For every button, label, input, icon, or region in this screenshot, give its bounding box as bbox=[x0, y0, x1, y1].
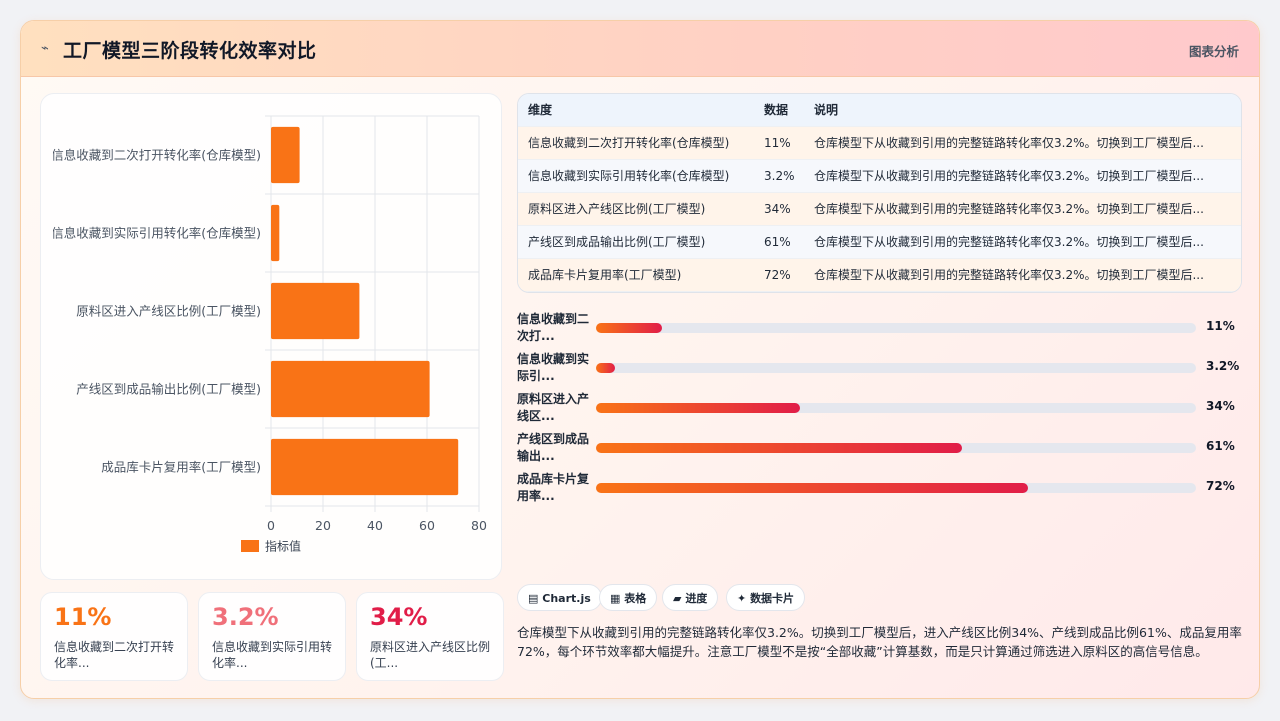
progress-track bbox=[596, 403, 1196, 413]
tag-label: 数据卡片 bbox=[750, 592, 795, 605]
progress-label: 成品库卡片复用率... bbox=[517, 472, 590, 503]
bar bbox=[271, 126, 300, 184]
x-tick-label: 40 bbox=[367, 518, 383, 533]
progress-label: 产线区到成品输出... bbox=[517, 432, 590, 463]
table-cell-data: 72% bbox=[764, 268, 791, 282]
progress-icon: ▰ bbox=[673, 592, 682, 605]
table-cell-data: 34% bbox=[764, 202, 791, 216]
tag-label: Chart.js bbox=[542, 592, 591, 605]
table-cell-description: 仓库模型下从收藏到引用的完整链路转化率仅3.2%。切换到工厂模型后... bbox=[814, 136, 1204, 150]
table-row: 信息收藏到二次打开转化率(仓库模型) 11% 仓库模型下从收藏到引用的完整链路转… bbox=[518, 127, 1241, 160]
tag-chartjs[interactable]: ▤ Chart.js bbox=[517, 584, 602, 611]
progress-fill bbox=[596, 363, 616, 373]
kpi-value: 11% bbox=[54, 603, 112, 631]
table-cell-data: 61% bbox=[764, 235, 791, 249]
y-tick-label: 产线区到成品输出比例(工厂模型) bbox=[76, 382, 261, 397]
kpi-card-1: 11% 信息收藏到二次打开转化率... bbox=[40, 592, 188, 681]
kpi-label: 信息收藏到二次打开转化率... bbox=[54, 640, 175, 670]
table-cell-dimension: 信息收藏到实际引用转化率(仓库模型) bbox=[528, 169, 730, 183]
progress-item: 信息收藏到二次打... 11% bbox=[517, 311, 1242, 349]
table-cell-dimension: 成品库卡片复用率(工厂模型) bbox=[528, 268, 682, 282]
x-tick-label: 80 bbox=[471, 518, 487, 533]
table-cell-description: 仓库模型下从收藏到引用的完整链路转化率仅3.2%。切换到工厂模型后... bbox=[814, 202, 1204, 216]
progress-track bbox=[596, 323, 1196, 333]
progress-item: 产线区到成品输出... 61% bbox=[517, 431, 1242, 469]
kpi-value: 34% bbox=[370, 603, 428, 631]
table-header-description: 说明 bbox=[814, 103, 839, 117]
chart-analysis-button[interactable]: 图表分析 bbox=[1189, 41, 1239, 60]
bar-chart-panel: 0 20 40 60 80 信息收藏到二次打开转化率(仓库模型) 信息收藏到实际引用转化率(… bbox=[40, 93, 502, 580]
summary-note: 仓库模型下从收藏到引用的完整链路转化率仅3.2%。切换到工厂模型后，进入产线区比… bbox=[517, 625, 1242, 659]
header: ⌁ 工厂模型三阶段转化效率对比 图表分析 bbox=[21, 21, 1259, 77]
table-row: 原料区进入产线区比例(工厂模型) 34% 仓库模型下从收藏到引用的完整链路转化率… bbox=[518, 193, 1241, 226]
table-cell-dimension: 原料区进入产线区比例(工厂模型) bbox=[528, 202, 706, 216]
table-cell-description: 仓库模型下从收藏到引用的完整链路转化率仅3.2%。切换到工厂模型后... bbox=[814, 169, 1204, 183]
bar bbox=[271, 360, 430, 418]
progress-label: 信息收藏到实际引... bbox=[517, 352, 590, 383]
table-header-row: 维度 数据 说明 bbox=[518, 94, 1241, 127]
tag-label: 表格 bbox=[624, 592, 647, 605]
kpi-card-3: 34% 原料区进入产线区比例(工... bbox=[356, 592, 504, 681]
y-tick-label: 信息收藏到二次打开转化率(仓库模型) bbox=[51, 148, 261, 163]
card-icon: ✦ bbox=[737, 592, 747, 605]
kpi-label: 信息收藏到实际引用转化率... bbox=[212, 640, 333, 670]
dashboard-card: ⌁ 工厂模型三阶段转化效率对比 图表分析 0 20 40 60 80 信息收藏到二次打开转… bbox=[20, 20, 1260, 699]
chart-spark-icon: ⌁ bbox=[41, 41, 49, 56]
progress-label: 信息收藏到二次打... bbox=[517, 312, 590, 343]
kpi-label: 原料区进入产线区比例(工... bbox=[370, 640, 491, 670]
table-cell-dimension: 产线区到成品输出比例(工厂模型) bbox=[528, 235, 706, 249]
x-tick-label: 0 bbox=[267, 518, 275, 533]
progress-item: 成品库卡片复用率... 72% bbox=[517, 471, 1242, 509]
y-tick-label: 信息收藏到实际引用转化率(仓库模型) bbox=[51, 226, 261, 241]
bar bbox=[271, 204, 280, 262]
progress-item: 信息收藏到实际引... 3.2% bbox=[517, 351, 1242, 389]
progress-value: 11% bbox=[1206, 319, 1235, 333]
progress-track bbox=[596, 483, 1196, 493]
progress-value: 72% bbox=[1206, 479, 1235, 493]
y-tick-label: 原料区进入产线区比例(工厂模型) bbox=[76, 304, 261, 319]
progress-fill bbox=[596, 403, 800, 413]
bar bbox=[271, 438, 459, 496]
table-icon: ▦ bbox=[610, 592, 621, 605]
kpi-card-2: 3.2% 信息收藏到实际引用转化率... bbox=[198, 592, 346, 681]
progress-label: 原料区进入产线区... bbox=[517, 392, 590, 423]
progress-fill bbox=[596, 483, 1028, 493]
tag-table[interactable]: ▦ 表格 bbox=[599, 584, 658, 611]
x-tick-label: 20 bbox=[315, 518, 331, 533]
x-tick-label: 60 bbox=[419, 518, 435, 533]
tag-label: 进度 bbox=[685, 592, 708, 605]
progress-track bbox=[596, 363, 1196, 373]
table-row: 成品库卡片复用率(工厂模型) 72% 仓库模型下从收藏到引用的完整链路转化率仅3… bbox=[518, 259, 1241, 292]
table-row: 信息收藏到实际引用转化率(仓库模型) 3.2% 仓库模型下从收藏到引用的完整链路… bbox=[518, 160, 1241, 193]
progress-fill bbox=[596, 443, 962, 453]
progress-value: 61% bbox=[1206, 439, 1235, 453]
bar bbox=[271, 282, 360, 340]
progress-fill bbox=[596, 323, 662, 333]
bar-chart: 0 20 40 60 80 信息收藏到二次打开转化率(仓库模型) 信息收藏到实际引用转化率(… bbox=[51, 115, 487, 554]
tag-progress[interactable]: ▰ 进度 bbox=[662, 584, 719, 611]
progress-value: 34% bbox=[1206, 399, 1235, 413]
table-row: 产线区到成品输出比例(工厂模型) 61% 仓库模型下从收藏到引用的完整链路转化率… bbox=[518, 226, 1241, 259]
progress-item: 原料区进入产线区... 34% bbox=[517, 391, 1242, 429]
table-cell-description: 仓库模型下从收藏到引用的完整链路转化率仅3.2%。切换到工厂模型后... bbox=[814, 268, 1204, 282]
kpi-value: 3.2% bbox=[212, 603, 279, 631]
progress-value: 3.2% bbox=[1206, 359, 1240, 373]
progress-track bbox=[596, 443, 1196, 453]
y-tick-label: 成品库卡片复用率(工厂模型) bbox=[101, 460, 261, 475]
table-cell-dimension: 信息收藏到二次打开转化率(仓库模型) bbox=[528, 136, 730, 150]
table-header-dimension: 维度 bbox=[528, 103, 553, 117]
tag-data-card[interactable]: ✦ 数据卡片 bbox=[726, 584, 806, 611]
table-cell-description: 仓库模型下从收藏到引用的完整链路转化率仅3.2%。切换到工厂模型后... bbox=[814, 235, 1204, 249]
legend-swatch bbox=[241, 540, 259, 552]
page-title: 工厂模型三阶段转化效率对比 bbox=[63, 40, 317, 62]
legend-label: 指标值 bbox=[265, 539, 301, 554]
table-cell-data: 11% bbox=[764, 136, 791, 150]
chart-icon: ▤ bbox=[528, 592, 539, 605]
table-header-data: 数据 bbox=[764, 103, 789, 117]
data-table: 维度 数据 说明 信息收藏到二次打开转化率(仓库模型) 11% 仓库模型下从收藏… bbox=[517, 93, 1242, 293]
table-cell-data: 3.2% bbox=[764, 169, 795, 183]
